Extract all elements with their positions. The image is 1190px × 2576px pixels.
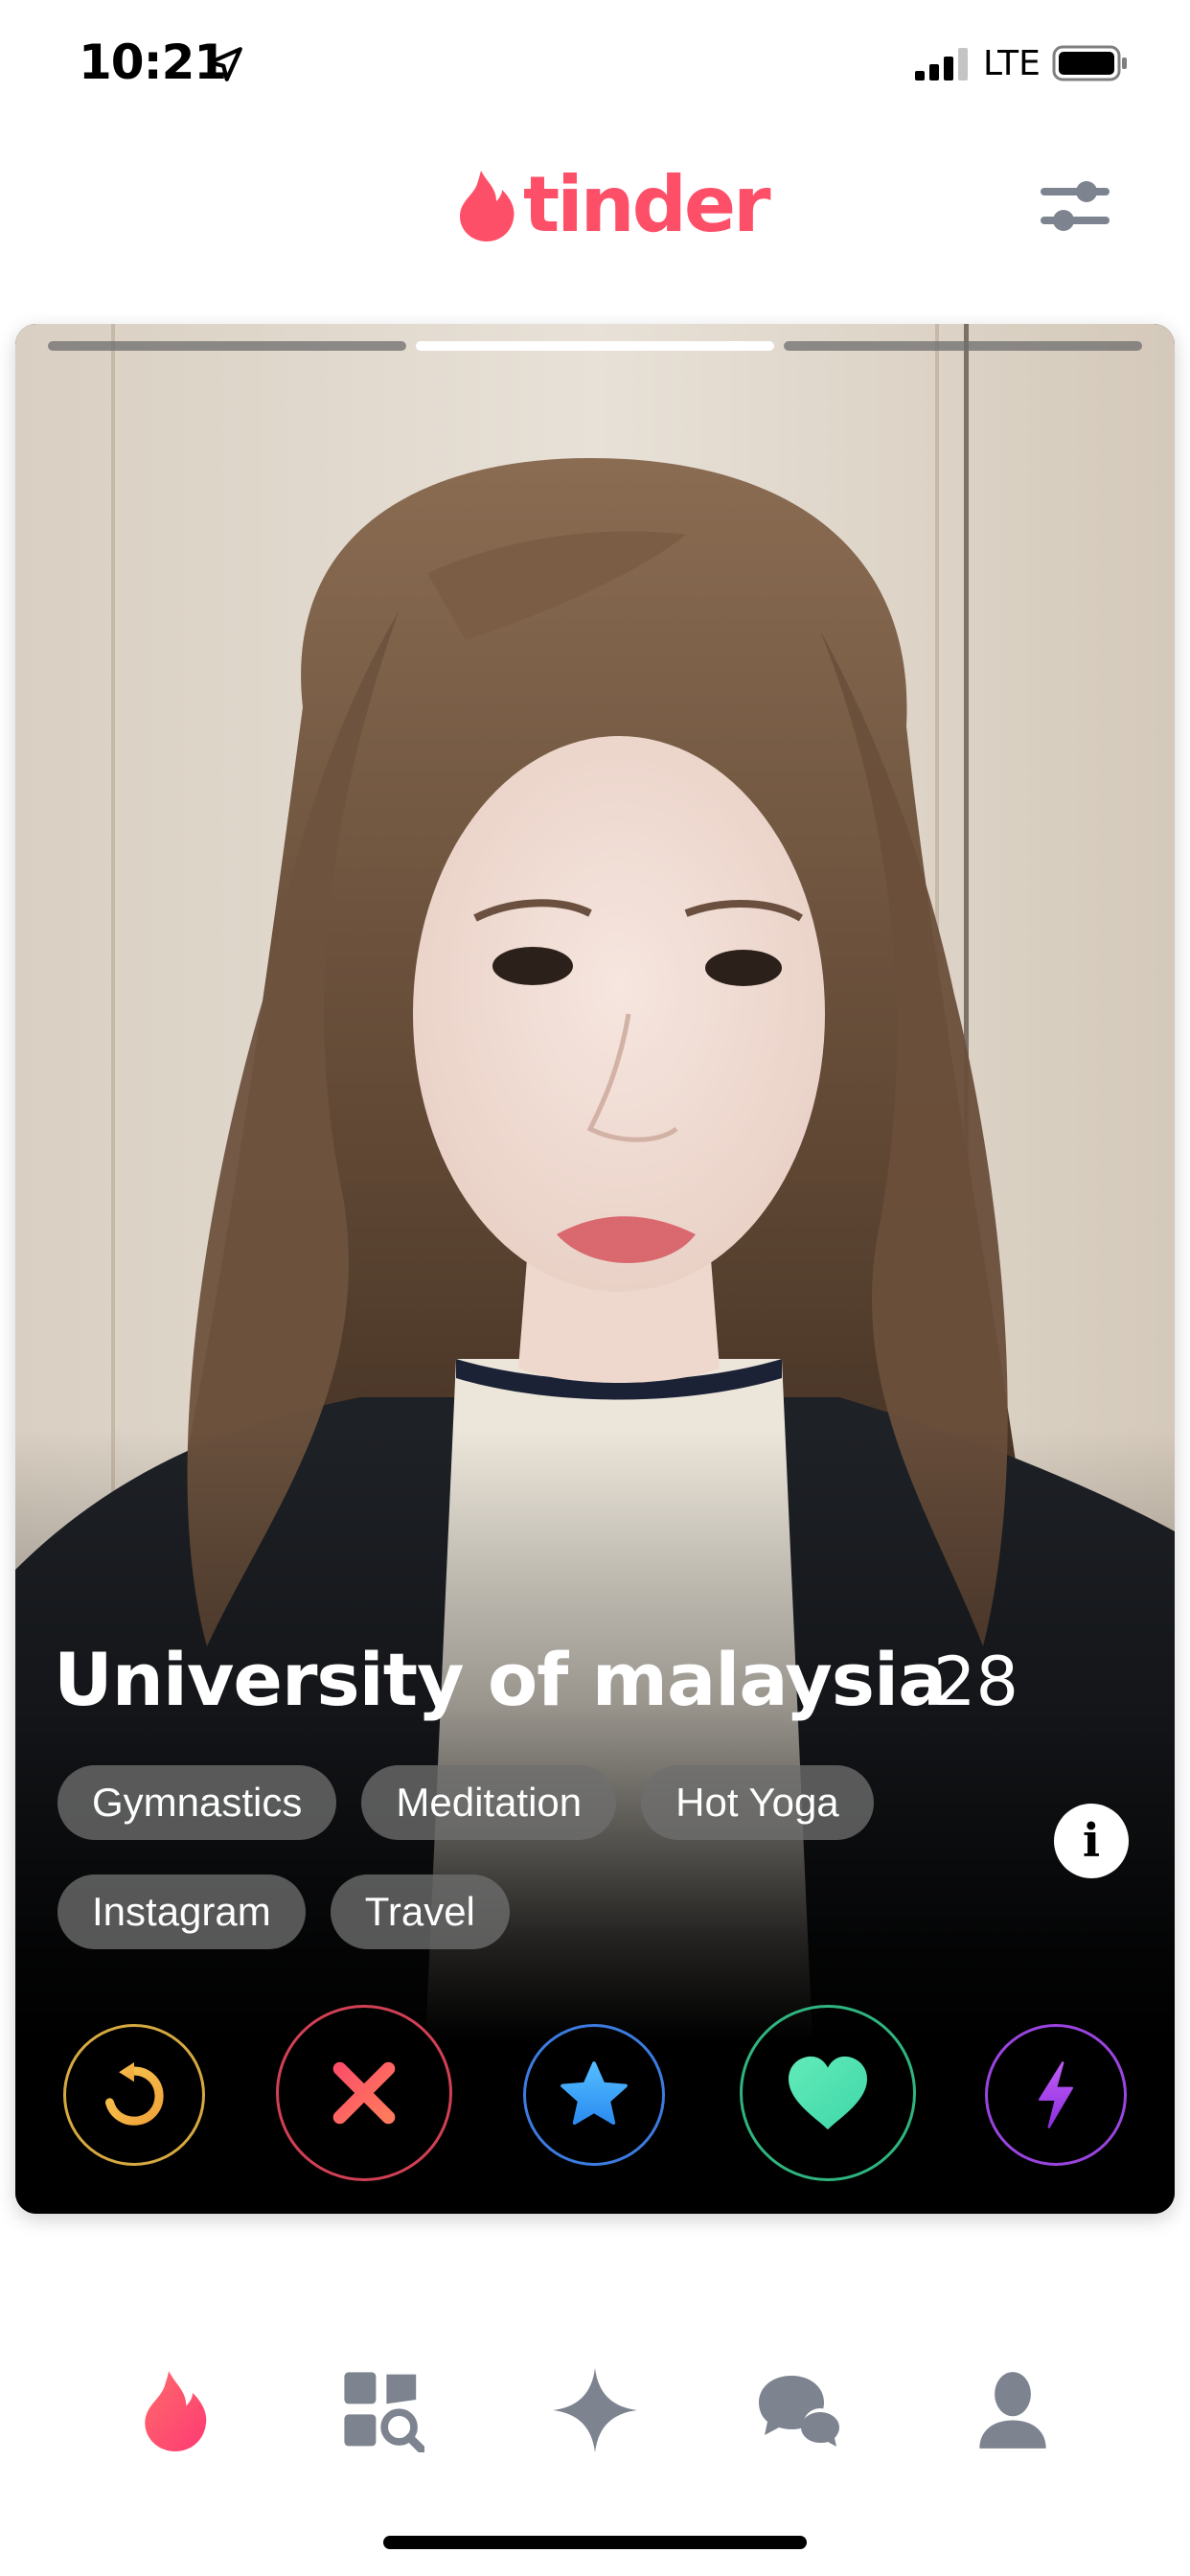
like-button[interactable]	[740, 2005, 916, 2181]
flame-icon	[145, 2371, 207, 2451]
interest-chip: Hot Yoga	[641, 1765, 874, 1840]
interest-chip: Instagram	[57, 1874, 306, 1949]
filter-button[interactable]	[1039, 172, 1111, 240]
heart-icon	[789, 2056, 867, 2130]
sparkle-icon	[553, 2368, 637, 2452]
flame-logo-icon	[460, 171, 515, 242]
nav-gold[interactable]	[552, 2367, 638, 2453]
explore-grid-icon	[344, 2372, 424, 2452]
interest-chip: Travel	[330, 1874, 510, 1949]
super-like-button[interactable]	[523, 2024, 665, 2166]
profile-name: University of malaysia	[54, 1637, 947, 1722]
sliders-icon	[1041, 181, 1110, 231]
tinder-logo: tinder	[458, 157, 771, 253]
lightning-icon	[1039, 2061, 1073, 2128]
info-icon: i	[1082, 1814, 1101, 1868]
info-button[interactable]: i	[1054, 1804, 1129, 1878]
nav-messages[interactable]	[757, 2367, 843, 2453]
person-icon	[979, 2372, 1046, 2449]
photo-progress-segment-active	[416, 341, 774, 351]
status-bar: 10:21 LTE	[0, 0, 1190, 134]
interest-chip: Meditation	[361, 1765, 617, 1840]
battery-icon	[1052, 45, 1127, 81]
nav-profile[interactable]	[970, 2367, 1056, 2453]
photo-progress-segment	[48, 341, 406, 351]
nav-explore[interactable]	[339, 2367, 425, 2453]
star-icon	[561, 2061, 628, 2126]
nav-discover[interactable]	[132, 2367, 218, 2453]
profile-card[interactable]: University of malaysia 28 Gymnastics Med…	[15, 324, 1175, 2214]
interest-chips-row: Instagram Travel	[57, 1874, 510, 1949]
home-indicator	[383, 2536, 807, 2549]
photo-progress	[48, 341, 1142, 351]
nope-button[interactable]	[276, 2005, 452, 2181]
rewind-button[interactable]	[63, 2024, 205, 2166]
interest-chip: Gymnastics	[57, 1765, 337, 1840]
bottom-nav	[0, 2348, 1190, 2472]
app-header: tinder	[0, 144, 1190, 268]
network-label: LTE	[983, 44, 1041, 83]
location-arrow-icon	[208, 47, 242, 81]
close-icon	[332, 2061, 396, 2125]
profile-age: 28	[933, 1643, 1019, 1721]
boost-button[interactable]	[985, 2024, 1127, 2166]
interest-chips-row: Gymnastics Meditation Hot Yoga	[57, 1765, 874, 1840]
signal-icon	[915, 48, 968, 80]
logo-text: tinder	[523, 160, 771, 249]
photo-progress-segment	[784, 341, 1142, 351]
chat-bubbles-icon	[759, 2376, 839, 2447]
rewind-icon	[104, 2062, 164, 2126]
